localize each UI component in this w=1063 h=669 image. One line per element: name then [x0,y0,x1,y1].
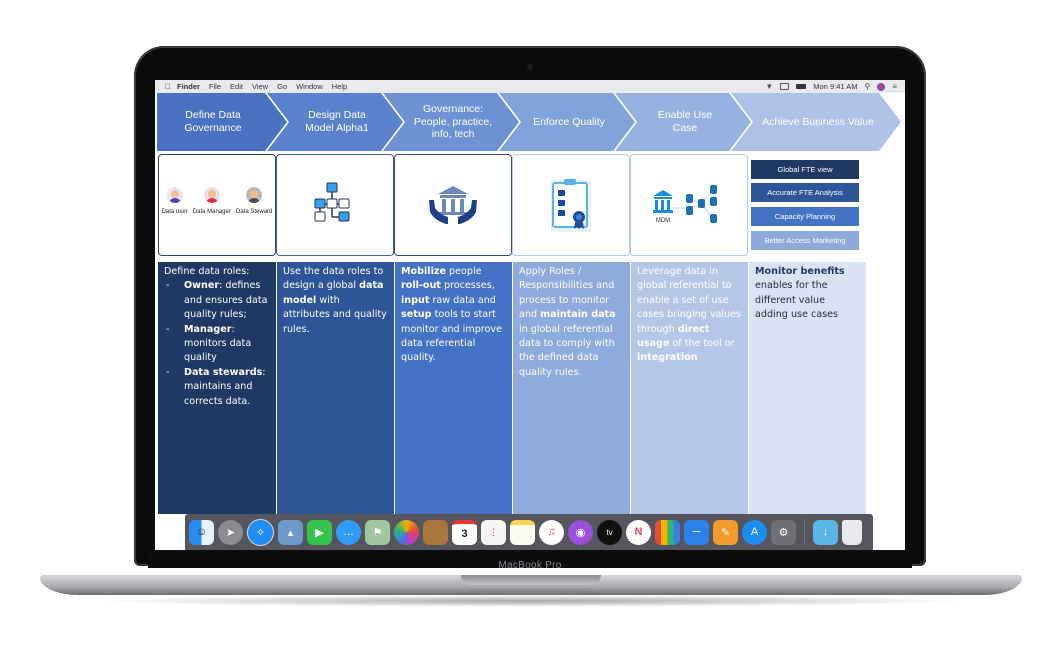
role-label: Data Steward [236,209,273,215]
dock-maps-icon[interactable]: ⚑ [365,519,390,545]
battery-icon[interactable] [796,84,807,89]
screen:  Finder File Edit View Go Window Help ▼… [155,80,905,550]
dock-music-icon[interactable]: ♫ [539,519,564,545]
role-label: Data user [161,209,188,215]
process-step-label: Enforce Quality [533,115,605,128]
dock-reminders-icon[interactable]: ⋮ [481,519,506,545]
dock-notes-icon[interactable] [510,519,535,545]
dock-app-store-icon[interactable]: A [742,519,767,545]
role-data-manager: Data Manager [193,187,231,215]
description-governance: Mobilize people roll-out processes, inpu… [395,262,512,514]
menu-finder[interactable]: Finder [177,82,200,91]
role-label: Data Manager [192,209,231,215]
user-avatar-icon [166,187,183,203]
process-step-label: Enable Use Case [657,109,713,134]
menu-edit[interactable]: Edit [230,82,243,91]
device-label: MacBook Pro [498,560,562,571]
process-step-label: Define Data Governance [184,109,242,134]
dock-launchpad-icon[interactable]: ➤ [218,519,243,545]
dock-contacts-icon[interactable] [423,519,448,545]
menu-view[interactable]: View [252,82,268,91]
menu-bar:  Finder File Edit View Go Window Help ▼… [155,80,905,93]
dock-messages-icon[interactable]: … [336,519,361,545]
dock-trash-icon[interactable] [842,519,862,545]
dock-facetime-icon[interactable]: ▶ [307,519,332,545]
dock-photos-icon[interactable] [394,519,419,545]
mdm-label: MDM [656,218,670,224]
dock-news-icon[interactable]: N [626,519,651,545]
siri-icon[interactable] [877,82,886,91]
mdm-network-icon: MDM [653,185,717,224]
data-model-panel [276,154,394,256]
dock-finder-icon[interactable]: ☺ [189,519,214,545]
apple-icon[interactable]:  [165,82,177,91]
clock[interactable]: Mon 9:41 AM [813,82,857,91]
manager-avatar-icon [203,187,220,203]
role-item-owner: Owner: defines and ensures data quality … [164,279,270,322]
quality-checklist-icon [551,179,591,232]
airplay-icon[interactable] [780,83,790,90]
dock-safari-icon[interactable]: ✧ [247,518,274,546]
quality-panel [512,154,630,256]
camera [527,64,533,70]
steward-avatar-icon [246,187,263,203]
dock-preview-icon[interactable]: ▴ [278,519,303,545]
process-step-label: Governance: People, practice, info, tech [413,103,493,141]
dock-tv-icon[interactable]: tv [597,519,622,545]
dock-separator [804,519,805,545]
dock-calendar-icon[interactable]: 3 [452,519,477,545]
dock-keynote-icon[interactable]: ─ [684,519,709,545]
description-enforce-quality: Apply Roles / Responsibilities and proce… [513,262,630,514]
process-step-label: Achieve Business Value [762,115,874,128]
process-step-4: Enforce Quality [499,93,635,151]
process-step-2: Design Data Model Alpha1 [267,93,403,151]
description-business-value: Monitor benefits enables for the differe… [749,262,866,514]
governance-hands-icon [429,186,477,224]
mdm-panel: MDM [630,154,748,256]
dock-numbers-icon[interactable] [655,519,680,545]
calendar-day: 3 [461,528,468,540]
data-model-icon [314,182,350,222]
role-data-user: Data user [162,187,188,215]
menu-window[interactable]: Window [296,82,323,91]
dock-pages-icon[interactable]: ✎ [713,519,738,545]
laptop-shadow [90,595,970,607]
menu-file[interactable]: File [209,82,221,91]
benefit-global-fte-view[interactable]: Global FTE view [751,160,859,179]
process-step-label: Design Data Model Alpha1 [305,109,369,134]
benefit-accurate-fte-analysis[interactable]: Accurate FTE Analysis [751,183,859,202]
dock-podcasts-icon[interactable]: ◉ [568,519,593,545]
menu-help[interactable]: Help [332,82,347,91]
wifi-icon[interactable]: ▼ [765,82,773,91]
process-step-1: Define Data Governance [157,93,287,151]
control-center-icon[interactable]: ≡ [892,82,897,91]
description-define-governance: Define data roles: Owner: defines and en… [158,262,276,514]
description-intro: Define data roles: [164,266,250,277]
process-step-3: Governance: People, practice, info, tech [383,93,519,151]
dock-downloads-icon[interactable]: ↓ [813,519,838,545]
benefit-better-access-marketing[interactable]: Better Access Marketing [751,231,859,250]
menu-go[interactable]: Go [277,82,287,91]
benefit-capacity-planning[interactable]: Capacity Planning [751,207,859,226]
role-item-manager: Manager: monitors data quality [164,323,270,366]
dock: ☺ ➤ ✧ ▴ ▶ … ⚑ 3 ⋮ ♫ ◉ tv N ─ ✎ A ⚙ ↓ [185,514,873,550]
process-step-5: Enable Use Case [615,93,751,151]
process-step-6: Achieve Business Value [731,93,901,151]
description-enable-use-case: Leverage data in global referential to e… [631,262,748,514]
laptop-notch [461,575,601,585]
governance-panel [394,154,512,256]
roles-panel: Data user Data Manager Data Steward [158,154,276,256]
tv-label: tv [606,527,613,537]
search-icon[interactable]: ⚲ [864,82,870,91]
role-item-stewards: Data stewards: maintains and corrects da… [164,366,270,409]
description-design-model: Use the data roles to design a global da… [277,262,394,514]
role-data-steward: Data Steward [236,187,272,215]
dock-system-preferences-icon[interactable]: ⚙ [771,519,796,545]
